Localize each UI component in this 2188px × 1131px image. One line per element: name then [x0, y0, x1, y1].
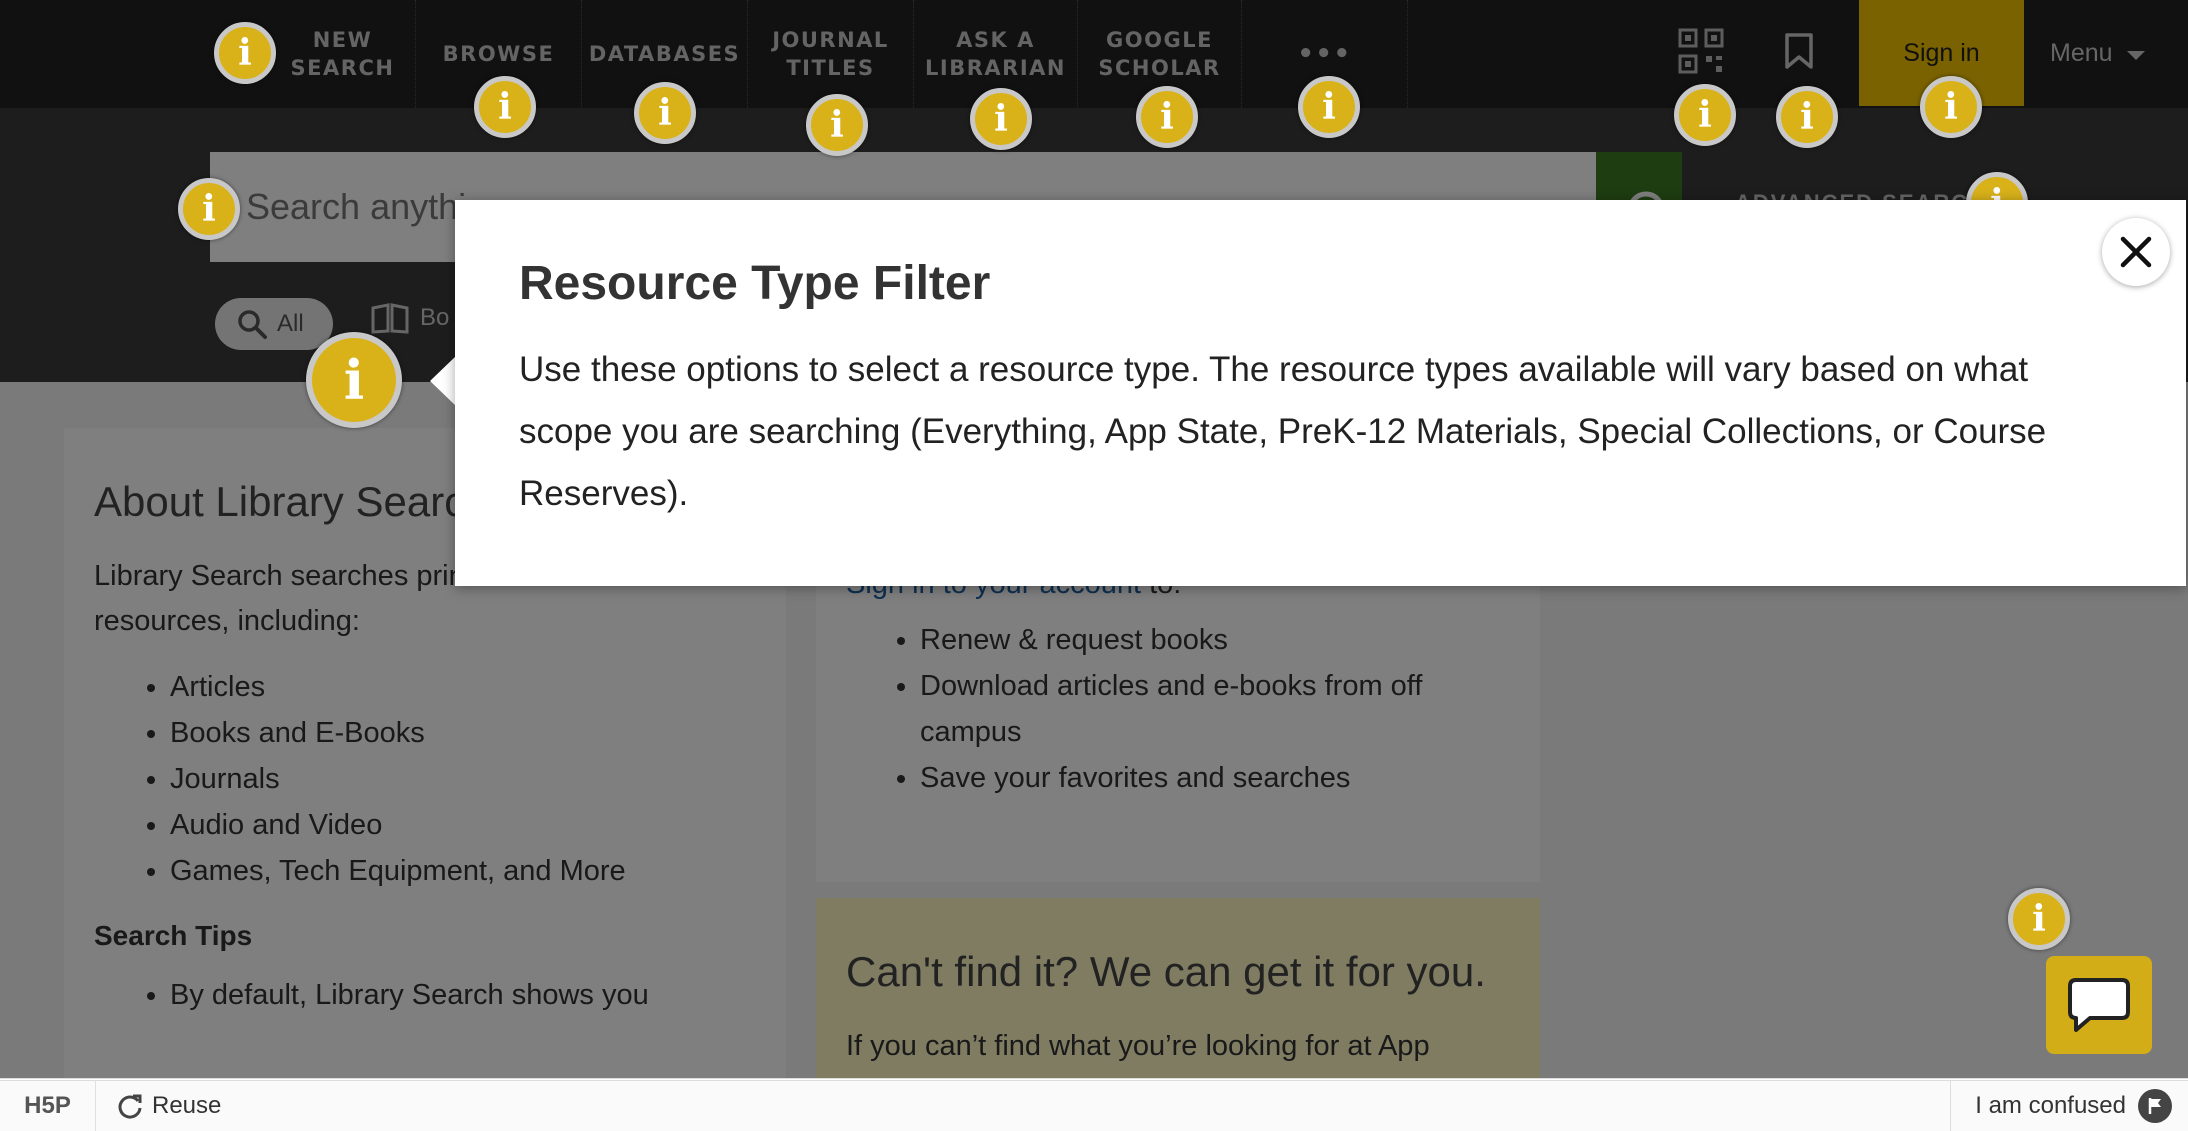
close-popup-button[interactable] [2102, 218, 2170, 286]
popup-pointer [430, 356, 456, 406]
popup-body: Use these options to select a resource t… [519, 350, 2047, 513]
h5p-footer: H5P Reuse I am confused [0, 1080, 2188, 1131]
hotspot-info-icon[interactable]: i [1674, 84, 1736, 146]
hotspot-info-icon[interactable]: i [1920, 76, 1982, 138]
hotspot-info-icon-active[interactable]: i [306, 332, 402, 428]
reuse-button[interactable]: Reuse [116, 1092, 221, 1120]
hotspot-info-icon[interactable]: i [214, 22, 276, 84]
hotspot-info-icon[interactable]: i [474, 76, 536, 138]
hotspot-info-icon[interactable]: i [806, 94, 868, 156]
hotspot-info-icon[interactable]: i [1298, 76, 1360, 138]
hotspot-info-icon[interactable]: i [970, 88, 1032, 150]
hotspot-info-icon[interactable]: i [1136, 86, 1198, 148]
refresh-icon [118, 1094, 142, 1119]
popup-title: Resource Type Filter [519, 257, 991, 310]
chat-button[interactable] [2046, 956, 2152, 1054]
resource-type-popup: Resource Type Filter Use these options t… [455, 200, 2186, 586]
hotspot-info-icon[interactable]: i [634, 82, 696, 144]
close-icon [2120, 236, 2152, 268]
page-frame: NEWSEARCH BROWSE DATABASES JOURNALTITLES… [0, 0, 2188, 1079]
h5p-logo: H5P [0, 1081, 96, 1131]
i-am-confused-button[interactable]: I am confused [1950, 1081, 2188, 1131]
chat-bubble-icon [2068, 978, 2130, 1032]
flag-icon [2138, 1089, 2172, 1123]
hotspot-info-icon[interactable]: i [178, 178, 240, 240]
hotspot-info-icon[interactable]: i [1776, 86, 1838, 148]
hotspot-info-icon[interactable]: i [2008, 888, 2070, 950]
